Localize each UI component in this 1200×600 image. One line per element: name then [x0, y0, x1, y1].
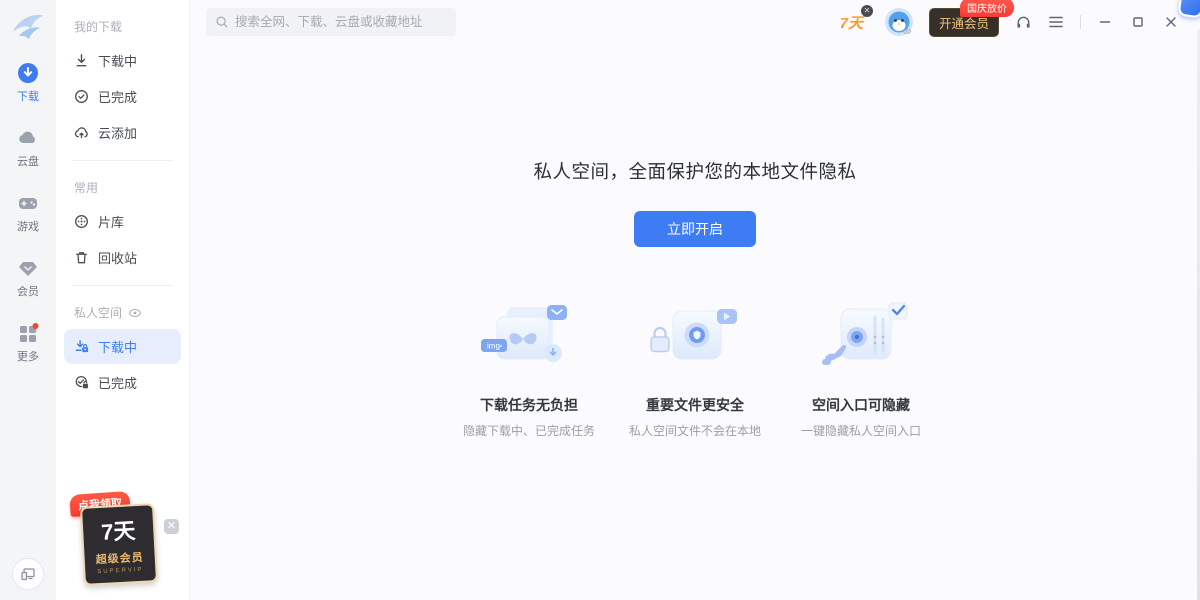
enable-now-button[interactable]: 立即开启	[634, 211, 756, 247]
banner-close-icon[interactable]: ✕	[164, 519, 179, 534]
sidebar-item-film-library[interactable]: 片库	[64, 204, 181, 239]
download-icon	[74, 53, 89, 68]
sidebar-item-label: 已完成	[98, 87, 137, 106]
banner-vip-label: 超级会员	[90, 548, 149, 567]
film-reel-icon	[74, 214, 89, 229]
sidebar: 我的下载 下载中 已完成 云添加 常用	[56, 0, 190, 600]
search-bar[interactable]	[206, 8, 456, 36]
private-space-hero: 私人空间，全面保护您的本地文件隐私 立即开启	[190, 158, 1200, 247]
sidebar-item-label: 回收站	[98, 248, 137, 267]
sidebar-item-label: 云添加	[98, 123, 137, 142]
rail-item-vip[interactable]: 会员	[17, 257, 39, 299]
left-rail: 下载 云盘 游戏 会员	[0, 0, 56, 600]
minimize-icon	[1098, 15, 1112, 29]
group-header-label: 私人空间	[74, 304, 122, 321]
feature-subtitle: 隐藏下载中、已完成任务	[454, 422, 604, 439]
diamond-icon	[17, 257, 39, 279]
topbar-right: 7天 ✕	[840, 7, 1180, 37]
page-title: 私人空间，全面保护您的本地文件隐私	[190, 158, 1200, 184]
sidebar-item-private-completed[interactable]: 已完成	[64, 365, 181, 400]
feature-title: 下载任务无负担	[454, 395, 604, 415]
sidebar-item-label: 片库	[98, 212, 124, 231]
download-circle-icon	[17, 62, 39, 84]
rail-item-games[interactable]: 游戏	[17, 192, 39, 234]
sidebar-item-label: 下载中	[98, 51, 137, 70]
feature-subtitle: 一键隐藏私人空间入口	[786, 422, 936, 439]
minimize-button[interactable]	[1096, 13, 1114, 31]
avatar[interactable]	[884, 7, 914, 37]
rail-item-more[interactable]: 更多	[17, 322, 39, 364]
maximize-icon	[1131, 15, 1145, 29]
rail-label: 游戏	[17, 218, 39, 234]
sidebar-item-completed[interactable]: 已完成	[64, 79, 181, 114]
trial-days-label: 7天	[840, 15, 863, 32]
topbar: 7天 ✕	[190, 0, 1200, 44]
check-lock-icon	[74, 375, 89, 390]
open-vip-label: 开通会员	[939, 17, 989, 31]
search-input[interactable]	[235, 15, 447, 29]
sidebar-group-private-space: 私人空间	[64, 298, 181, 329]
gamepad-icon	[17, 192, 39, 214]
safe-cube-illustration	[620, 295, 770, 383]
cloud-add-icon	[74, 125, 89, 140]
close-icon	[1164, 15, 1178, 29]
headset-icon	[1015, 14, 1032, 31]
banner-card[interactable]: 7天 超级会员 SUPERVIP	[80, 503, 158, 586]
sidebar-item-cloud-add[interactable]: 云添加	[64, 115, 181, 150]
trial-days-badge[interactable]: 7天 ✕	[840, 12, 869, 33]
svg-text:img: img	[487, 342, 500, 351]
group-header-label: 我的下载	[74, 18, 122, 35]
download-lock-icon	[74, 339, 89, 354]
device-transfer-icon	[20, 566, 36, 582]
folders-illustration: img	[454, 295, 604, 383]
rail-label: 下载	[17, 88, 39, 104]
feature-file-safety: 重要文件更安全 私人空间文件不会在本地	[620, 295, 770, 439]
trial-close-icon[interactable]: ✕	[861, 5, 873, 17]
main-menu-button[interactable]	[1047, 13, 1065, 31]
sidebar-divider	[72, 285, 173, 286]
support-button[interactable]	[1014, 13, 1032, 31]
vip-promo-badge: 国庆放价	[960, 0, 1014, 17]
cloud-icon	[17, 127, 39, 149]
sidebar-group-my-downloads: 我的下载	[64, 12, 181, 43]
vip-trial-banner[interactable]: 点我领取 7天 超级会员 SUPERVIP	[82, 505, 156, 584]
maximize-button[interactable]	[1129, 13, 1147, 31]
rail-item-download[interactable]: 下载	[17, 62, 39, 104]
close-button[interactable]	[1162, 13, 1180, 31]
hamburger-menu-icon	[1048, 15, 1064, 29]
rail-label: 会员	[17, 283, 39, 299]
rail-label: 更多	[17, 348, 39, 364]
trash-icon	[74, 250, 89, 265]
rail-label: 云盘	[17, 153, 39, 169]
sidebar-divider	[72, 160, 173, 161]
feature-title: 空间入口可隐藏	[786, 395, 936, 415]
feature-list: img 下载任务无负担 隐藏下载中、已完成任务	[190, 295, 1200, 439]
topbar-separator	[1080, 15, 1081, 29]
sidebar-item-recycle-bin[interactable]: 回收站	[64, 240, 181, 275]
more-grid-icon	[17, 322, 39, 344]
search-icon	[215, 15, 229, 29]
open-vip-button[interactable]: 开通会员 国庆放价	[929, 8, 999, 37]
hidden-entry-illustration	[786, 295, 936, 383]
app-window: 下载 云盘 游戏 会员	[0, 0, 1200, 600]
thunder-logo-icon	[9, 8, 47, 46]
main-area: 7天 ✕	[190, 0, 1200, 600]
feature-hide-entrance: 空间入口可隐藏 一键隐藏私人空间入口	[786, 295, 936, 439]
sidebar-item-downloading[interactable]: 下载中	[64, 43, 181, 78]
feature-hide-tasks: img 下载任务无负担 隐藏下载中、已完成任务	[454, 295, 604, 439]
feature-title: 重要文件更安全	[620, 395, 770, 415]
eye-icon[interactable]	[128, 306, 142, 320]
rail-item-cloud-drive[interactable]: 云盘	[17, 127, 39, 169]
sidebar-group-common: 常用	[64, 173, 181, 204]
avatar-bird-icon	[884, 7, 914, 41]
feature-subtitle: 私人空间文件不会在本地	[620, 422, 770, 439]
banner-vip-sub: SUPERVIP	[91, 566, 149, 575]
group-header-label: 常用	[74, 179, 98, 196]
sidebar-item-private-downloading[interactable]: 下载中	[64, 329, 181, 364]
sidebar-item-label: 已完成	[98, 373, 137, 392]
banner-days: 7天	[89, 520, 148, 545]
remote-device-button[interactable]	[12, 558, 44, 590]
check-circle-icon	[74, 89, 89, 104]
sidebar-item-label: 下载中	[98, 337, 137, 356]
